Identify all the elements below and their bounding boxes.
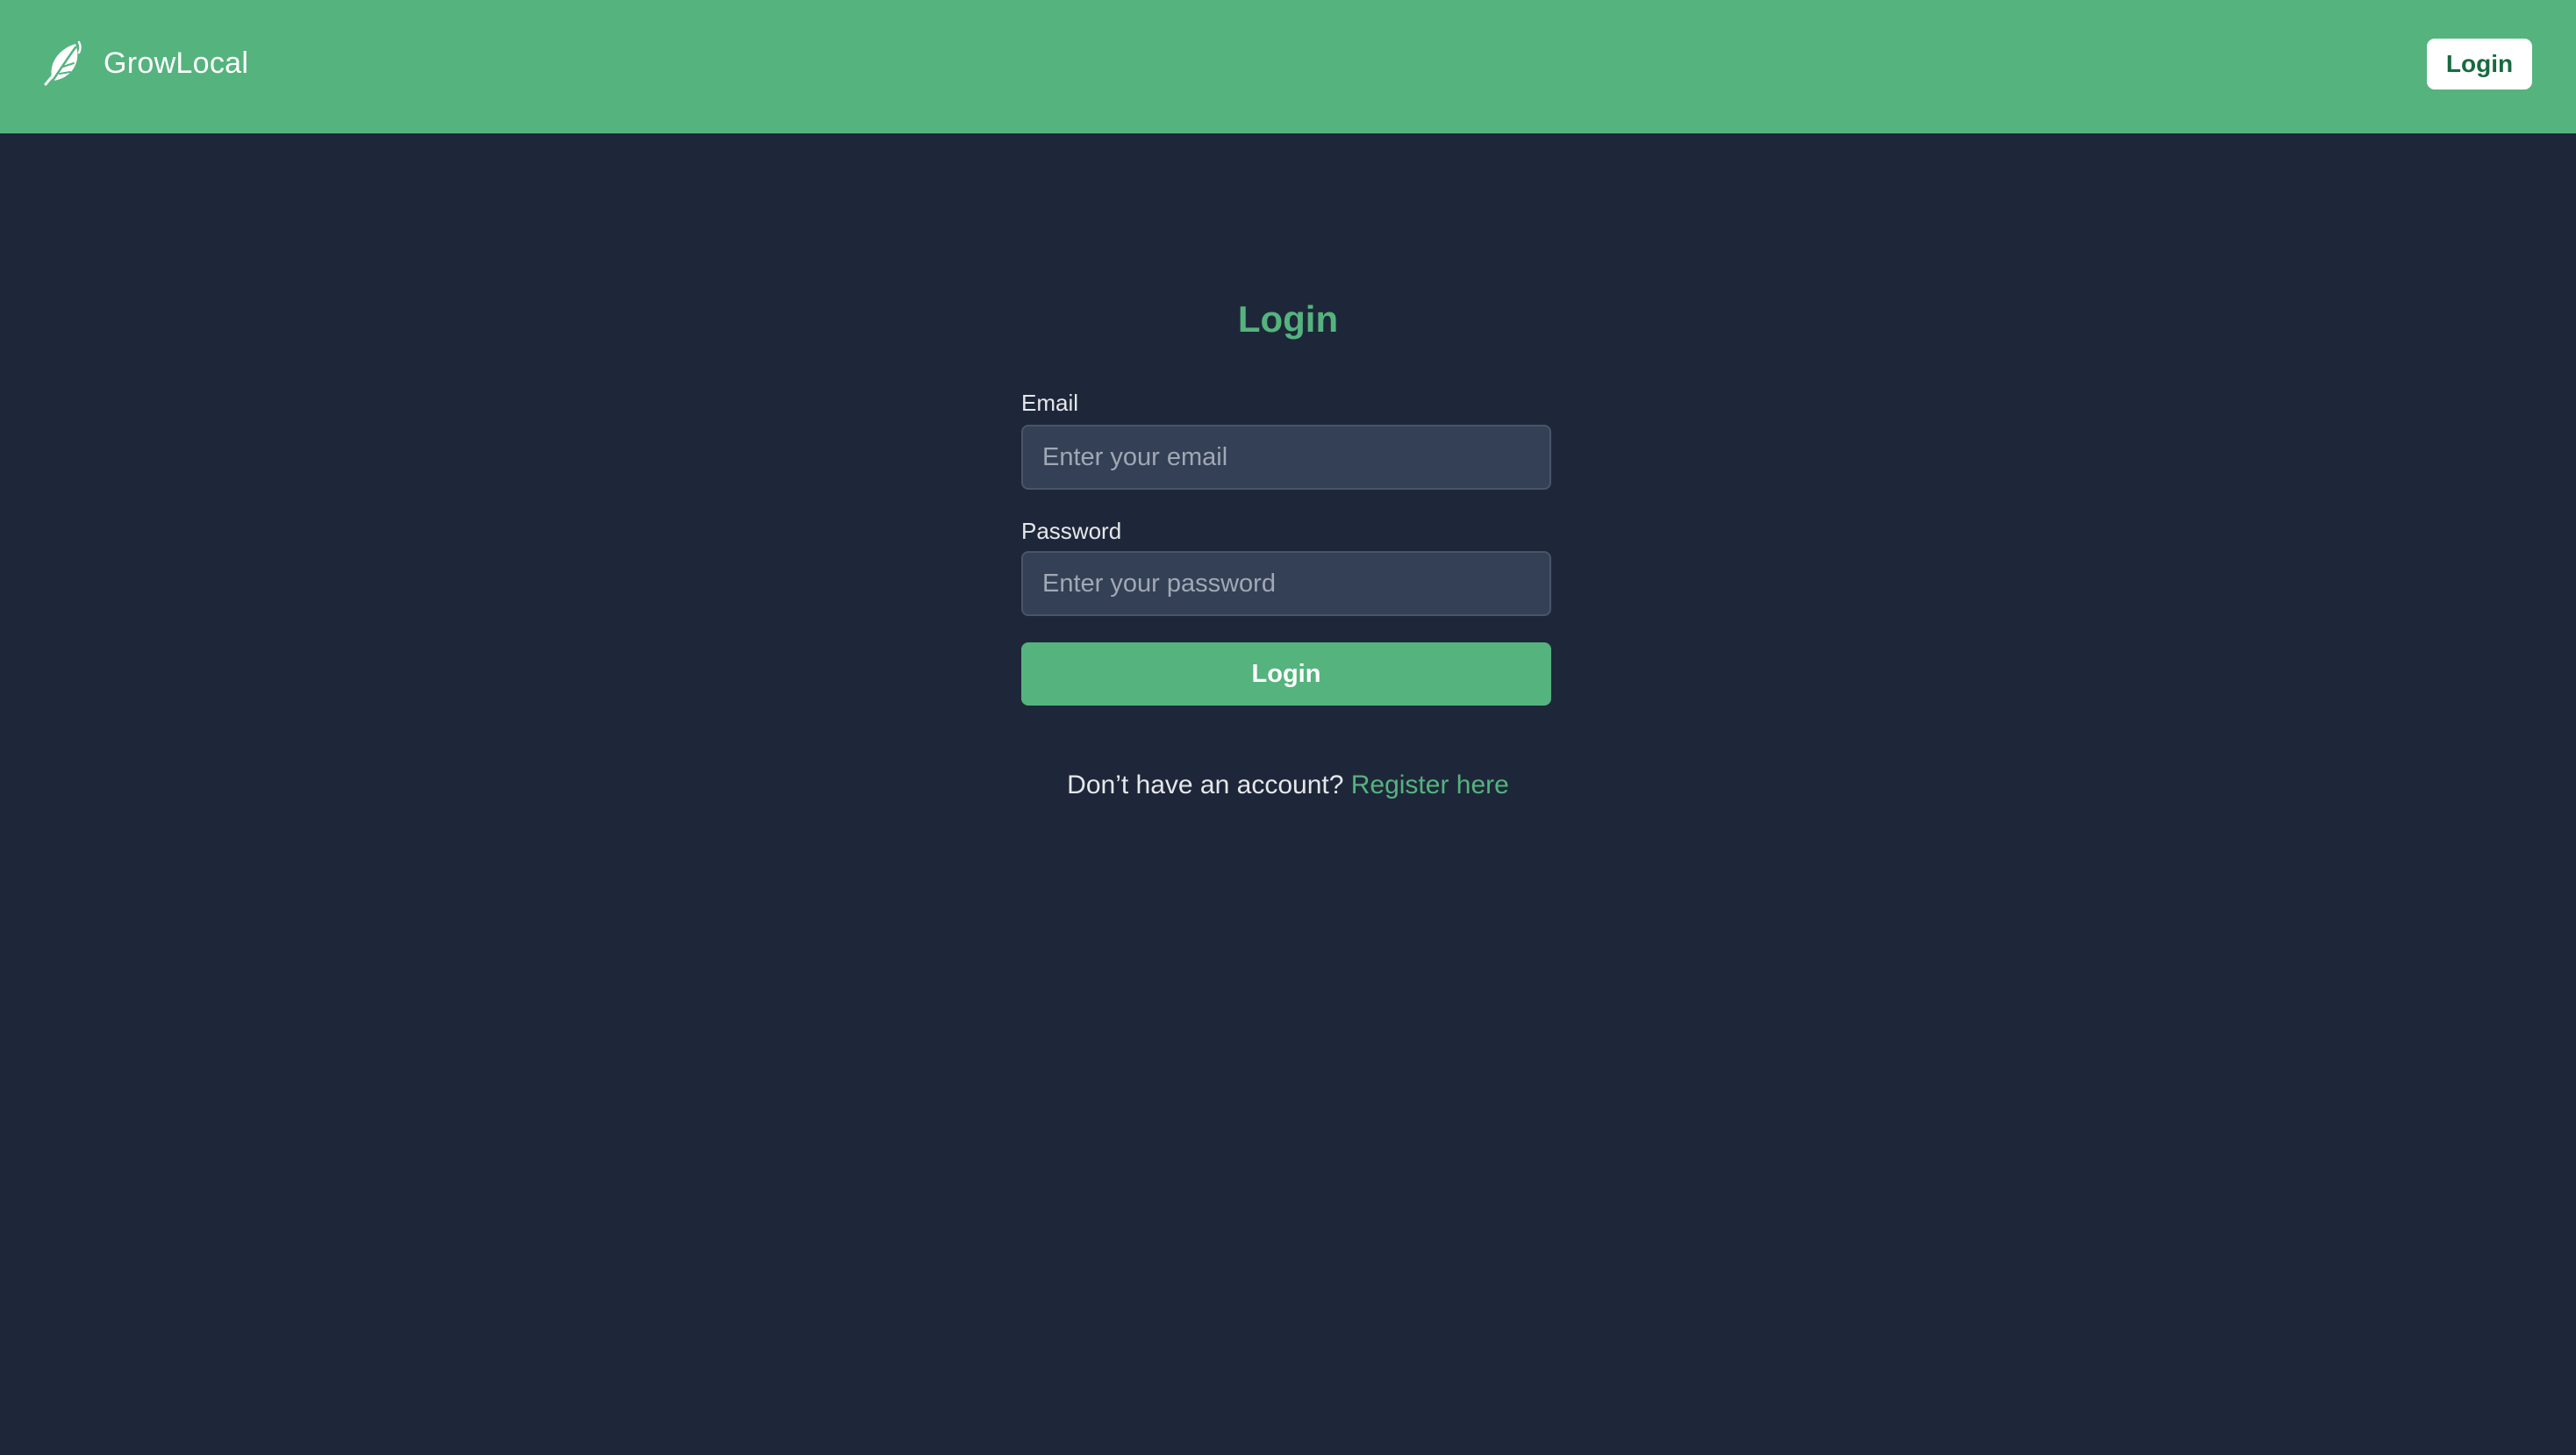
email-field[interactable]	[1021, 425, 1551, 490]
register-prompt: Don’t have an account?	[1067, 771, 1351, 799]
header-login-button[interactable]: Login	[2427, 39, 2532, 90]
page-title: Login	[1237, 298, 1339, 340]
leaf-logo-icon	[44, 40, 82, 86]
register-link[interactable]: Register here	[1351, 771, 1509, 799]
login-submit-button[interactable]: Login	[1021, 642, 1551, 706]
password-label: Password	[1021, 518, 1122, 544]
brand[interactable]: GrowLocal	[40, 39, 248, 88]
register-prompt-line: Don’t have an account? Register here	[0, 771, 2576, 800]
login-page: Login Email Password Login Don’t have an…	[0, 133, 2576, 1455]
top-navbar: GrowLocal Login	[0, 0, 2576, 133]
brand-name: GrowLocal	[104, 46, 249, 80]
email-label: Email	[1021, 390, 1079, 416]
password-field[interactable]	[1021, 551, 1551, 616]
